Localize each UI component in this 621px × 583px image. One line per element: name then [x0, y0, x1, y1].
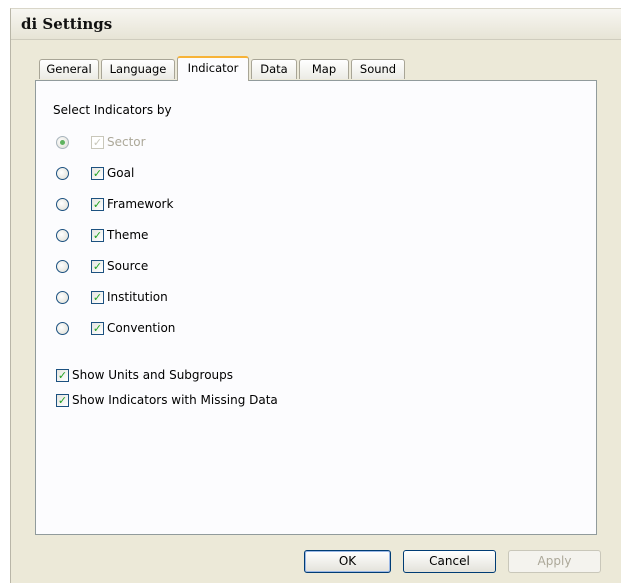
checkbox-theme[interactable]: ✓: [91, 229, 104, 242]
option-row-sector: ✓ Sector: [36, 134, 436, 152]
tab-language[interactable]: Language: [101, 59, 175, 79]
cancel-button[interactable]: Cancel: [403, 550, 496, 573]
tab-sound[interactable]: Sound: [351, 59, 405, 79]
checkbox-sector[interactable]: ✓: [91, 136, 104, 149]
ok-button[interactable]: OK: [304, 550, 391, 573]
checkbox-institution[interactable]: ✓: [91, 291, 104, 304]
option-row-institution: ✓ Institution: [36, 289, 436, 307]
option-row-framework: ✓ Framework: [36, 196, 436, 214]
tab-indicator[interactable]: Indicator: [177, 56, 249, 81]
framework-label: Framework: [107, 197, 174, 211]
checkbox-framework[interactable]: ✓: [91, 198, 104, 211]
theme-label: Theme: [107, 228, 149, 242]
radio-sector[interactable]: [56, 136, 69, 149]
radio-convention[interactable]: [56, 322, 69, 335]
show-units-row: ✓ Show Units and Subgroups: [56, 367, 456, 385]
apply-button[interactable]: Apply: [508, 550, 601, 573]
show-missing-checkbox[interactable]: ✓: [56, 394, 69, 407]
show-units-label: Show Units and Subgroups: [72, 368, 234, 382]
source-label: Source: [107, 259, 149, 273]
tab-map[interactable]: Map: [299, 59, 349, 79]
radio-theme[interactable]: [56, 229, 69, 242]
radio-institution[interactable]: [56, 291, 69, 304]
convention-label: Convention: [107, 321, 176, 335]
settings-dialog: di Settings General Language Indicator D…: [10, 8, 621, 583]
radio-framework[interactable]: [56, 198, 69, 211]
sector-label: Sector: [107, 135, 146, 149]
institution-label: Institution: [107, 290, 168, 304]
select-indicators-label: Select Indicators by: [53, 103, 172, 117]
tab-data[interactable]: Data: [251, 59, 297, 79]
checkbox-source[interactable]: ✓: [91, 260, 104, 273]
title-bar[interactable]: di Settings: [11, 9, 621, 40]
checkbox-convention[interactable]: ✓: [91, 322, 104, 335]
show-units-checkbox[interactable]: ✓: [56, 369, 69, 382]
show-missing-label: Show Indicators with Missing Data: [72, 393, 278, 407]
radio-source[interactable]: [56, 260, 69, 273]
option-row-source: ✓ Source: [36, 258, 436, 276]
option-row-convention: ✓ Convention: [36, 320, 436, 338]
radio-goal[interactable]: [56, 167, 69, 180]
goal-label: Goal: [107, 166, 135, 180]
show-missing-row: ✓ Show Indicators with Missing Data: [56, 392, 456, 410]
checkbox-goal[interactable]: ✓: [91, 167, 104, 180]
option-row-goal: ✓ Goal: [36, 165, 436, 183]
indicator-tab-panel: Select Indicators by ✓ Sector ✓ Goal ✓ F…: [35, 80, 597, 535]
option-row-theme: ✓ Theme: [36, 227, 436, 245]
window-title: di Settings: [21, 15, 113, 33]
tab-general[interactable]: General: [39, 59, 99, 79]
